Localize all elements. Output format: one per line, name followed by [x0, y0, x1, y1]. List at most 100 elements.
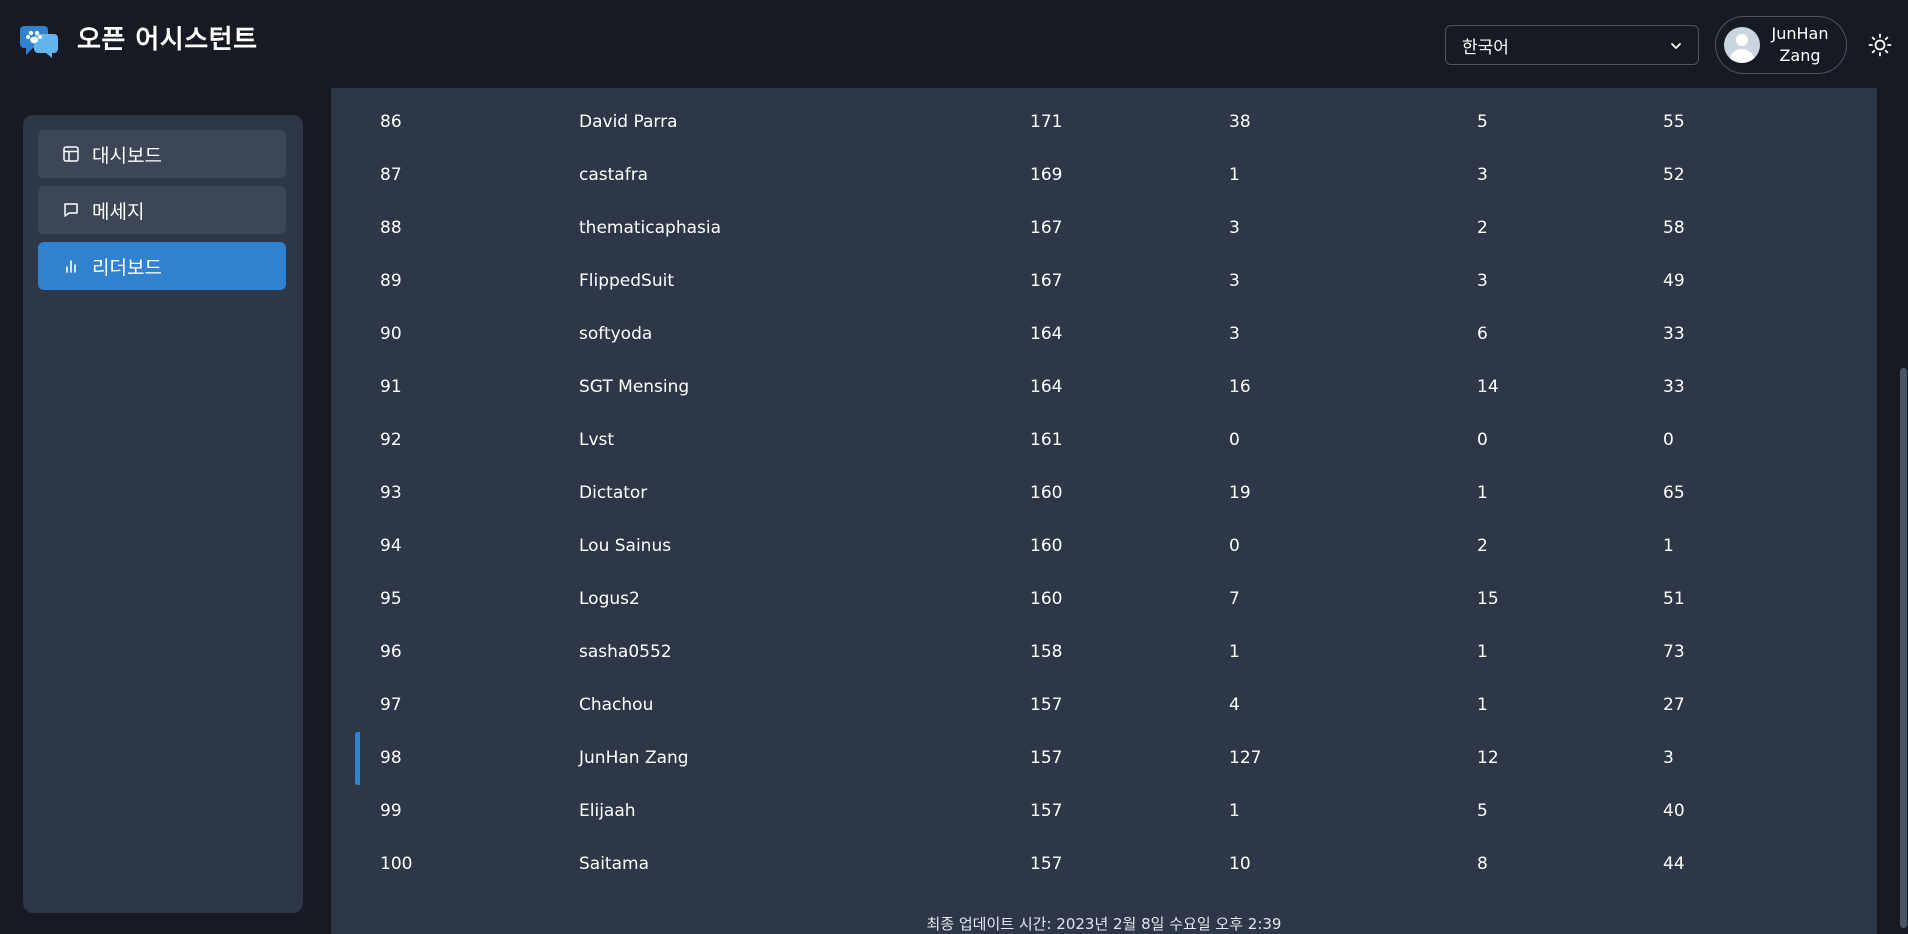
score-cell: 160: [1030, 536, 1063, 556]
sidebar-item-leaderboard[interactable]: 리더보드: [38, 242, 286, 290]
rank-cell: 98: [380, 748, 402, 768]
stat-cell: 0: [1477, 430, 1488, 450]
avatar: [1724, 27, 1760, 63]
table-row: 99 Elijaah 157 1 5 40: [331, 785, 1877, 838]
username-cell: Dictator: [579, 483, 648, 503]
table-row: 91 SGT Mensing 164 16 14 33: [331, 361, 1877, 414]
stat-cell: 8: [1477, 854, 1488, 874]
table-row-current-user: 98 JunHan Zang 157 127 12 3: [331, 732, 1877, 785]
stat-cell: 6: [1477, 324, 1488, 344]
last-updated-text: 최종 업데이트 시간: 2023년 2월 8일 수요일 오후 2:39: [926, 915, 1282, 933]
current-user-marker: [355, 732, 360, 785]
stat-cell: 5: [1477, 801, 1488, 821]
user-name: JunHan Zang: [1760, 23, 1846, 67]
stat-cell: 3: [1663, 748, 1674, 768]
page-scrollbar[interactable]: [1897, 88, 1908, 934]
stat-cell: 3: [1229, 218, 1240, 238]
table-row: 92 Lvst 161 0 0 0: [331, 414, 1877, 467]
message-icon: [64, 203, 78, 217]
table-row: 89 FlippedSuit 167 3 3 49: [331, 255, 1877, 308]
stat-cell: 3: [1477, 271, 1488, 291]
stat-cell: 7: [1229, 589, 1240, 609]
rank-cell: 95: [380, 589, 402, 609]
stat-cell: 55: [1663, 112, 1685, 132]
leaderboard-panel: 86 David Parra 171 38 5 55 87 castafra 169 1 3 52 88…: [331, 88, 1877, 934]
score-cell: 169: [1030, 165, 1063, 185]
stat-cell: 1: [1229, 642, 1240, 662]
bar-chart-icon: [66, 260, 76, 273]
username-cell: sasha0552: [579, 642, 672, 662]
score-cell: 157: [1030, 801, 1063, 821]
rank-cell: 87: [380, 165, 402, 185]
stat-cell: 51: [1663, 589, 1685, 609]
app-title[interactable]: 오픈 어시스턴트: [77, 20, 258, 60]
username-cell: Logus2: [579, 589, 640, 609]
rank-cell: 91: [380, 377, 402, 397]
score-cell: 161: [1030, 430, 1063, 450]
stat-cell: 1: [1663, 536, 1674, 556]
table-row: 95 Logus2 160 7 15 51: [331, 573, 1877, 626]
sidebar-item-messages[interactable]: 메세지: [38, 186, 286, 234]
score-cell: 160: [1030, 483, 1063, 503]
rank-cell: 96: [380, 642, 402, 662]
sun-icon[interactable]: [1868, 33, 1892, 57]
rank-cell: 92: [380, 430, 402, 450]
score-cell: 171: [1030, 112, 1063, 132]
username-cell: Elijaah: [579, 801, 636, 821]
username-cell: Lvst: [579, 430, 615, 450]
score-cell: 167: [1030, 218, 1063, 238]
score-cell: 157: [1030, 748, 1063, 768]
rank-cell: 86: [380, 112, 402, 132]
stat-cell: 3: [1477, 165, 1488, 185]
sidebar-item-dashboard[interactable]: 대시보드: [38, 130, 286, 178]
scrollbar-thumb[interactable]: [1900, 368, 1907, 928]
stat-cell: 3: [1229, 271, 1240, 291]
stat-cell: 1: [1477, 642, 1488, 662]
table-row: 87 castafra 169 1 3 52: [331, 149, 1877, 202]
stat-cell: 27: [1663, 695, 1685, 715]
stat-cell: 4: [1229, 695, 1240, 715]
user-name-line1: JunHan: [1771, 24, 1829, 43]
username-cell: Lou Sainus: [579, 536, 672, 556]
rank-cell: 90: [380, 324, 402, 344]
stat-cell: 14: [1477, 377, 1499, 397]
stat-cell: 2: [1477, 218, 1488, 238]
table-row: 90 softyoda 164 3 6 33: [331, 308, 1877, 361]
username-cell: FlippedSuit: [579, 271, 675, 291]
stat-cell: 52: [1663, 165, 1685, 185]
app-logo-icon[interactable]: [20, 24, 60, 58]
stat-cell: 12: [1477, 748, 1499, 768]
table-row: 97 Chachou 157 4 1 27: [331, 679, 1877, 732]
stat-cell: 65: [1663, 483, 1685, 503]
score-cell: 167: [1030, 271, 1063, 291]
username-cell: David Parra: [579, 112, 678, 132]
top-header: 오픈 어시스턴트 한국어 JunHan Zang: [0, 0, 1908, 88]
username-cell: SGT Mensing: [579, 377, 690, 397]
score-cell: 164: [1030, 324, 1063, 344]
table-row: 94 Lou Sainus 160 0 2 1: [331, 520, 1877, 573]
rank-cell: 100: [380, 854, 413, 874]
username-cell: castafra: [579, 165, 649, 185]
rank-cell: 89: [380, 271, 402, 291]
stat-cell: 16: [1229, 377, 1251, 397]
language-select-value: 한국어: [1462, 37, 1509, 58]
stat-cell: 33: [1663, 324, 1685, 344]
score-cell: 157: [1030, 695, 1063, 715]
sidebar-item-label: 대시보드: [92, 144, 162, 167]
score-cell: 158: [1030, 642, 1063, 662]
stat-cell: 19: [1229, 483, 1251, 503]
score-cell: 164: [1030, 377, 1063, 397]
score-cell: 160: [1030, 589, 1063, 609]
sidebar-item-label: 메세지: [92, 200, 145, 223]
rank-cell: 88: [380, 218, 402, 238]
language-select[interactable]: 한국어: [1445, 25, 1699, 65]
stat-cell: 0: [1663, 430, 1674, 450]
stat-cell: 5: [1477, 112, 1488, 132]
table-row: 96 sasha0552 158 1 1 73: [331, 626, 1877, 679]
rank-cell: 93: [380, 483, 402, 503]
username-cell: thematicaphasia: [579, 218, 722, 238]
username-cell: Chachou: [579, 695, 654, 715]
user-menu-button[interactable]: JunHan Zang: [1715, 16, 1847, 74]
stat-cell: 0: [1229, 536, 1240, 556]
stat-cell: 2: [1477, 536, 1488, 556]
